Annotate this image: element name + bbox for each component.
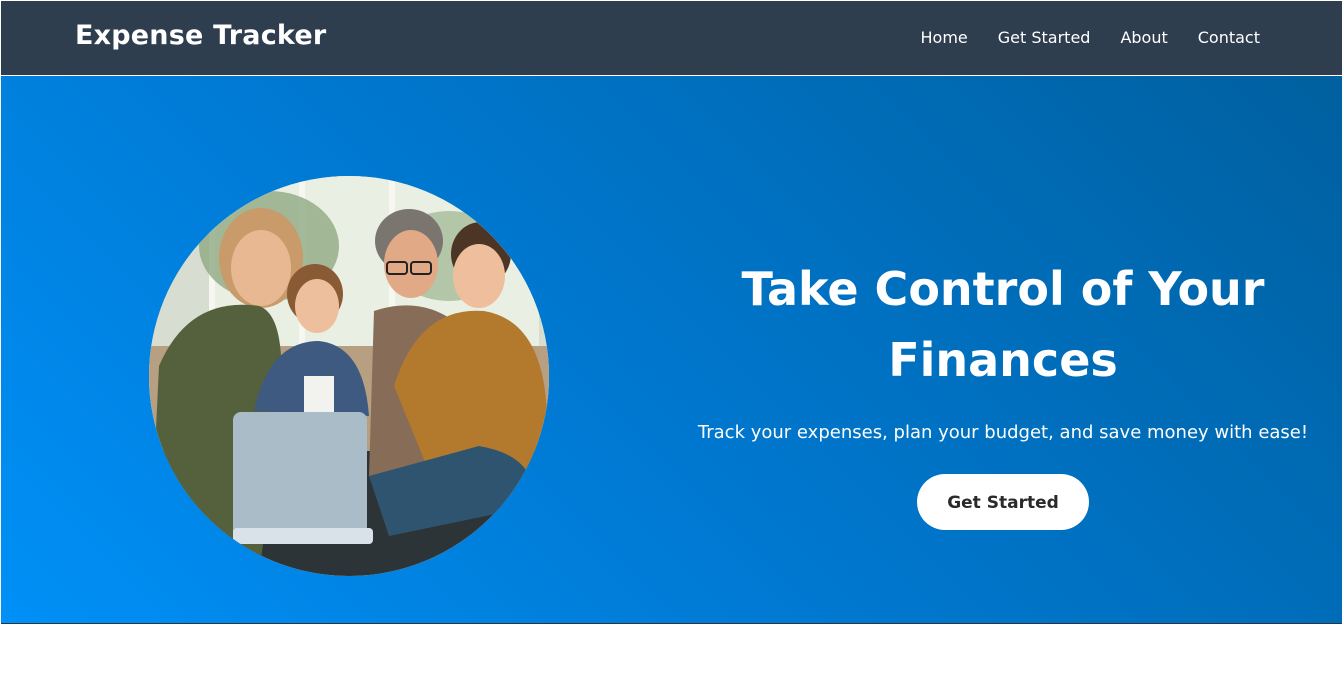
page: Expense Tracker Home Get Started About C… [0, 0, 1344, 682]
hero-bottom-divider [1, 623, 1342, 624]
nav-link-about[interactable]: About [1120, 28, 1167, 47]
nav-link-contact[interactable]: Contact [1198, 28, 1260, 47]
nav-links: Home Get Started About Contact [921, 28, 1261, 47]
nav-link-home[interactable]: Home [921, 28, 968, 47]
get-started-button[interactable]: Get Started [917, 474, 1089, 530]
hero-image [149, 176, 549, 576]
hero-content: Take Control of Your Finances Track your… [673, 254, 1333, 530]
nav-link-get-started[interactable]: Get Started [998, 28, 1091, 47]
hero-section: Take Control of Your Finances Track your… [1, 76, 1342, 624]
hero-title: Take Control of Your Finances [741, 262, 1265, 387]
brand-logo[interactable]: Expense Tracker [75, 20, 326, 51]
hero-subtitle: Track your expenses, plan your budget, a… [697, 422, 1309, 443]
navbar: Expense Tracker Home Get Started About C… [1, 1, 1342, 75]
